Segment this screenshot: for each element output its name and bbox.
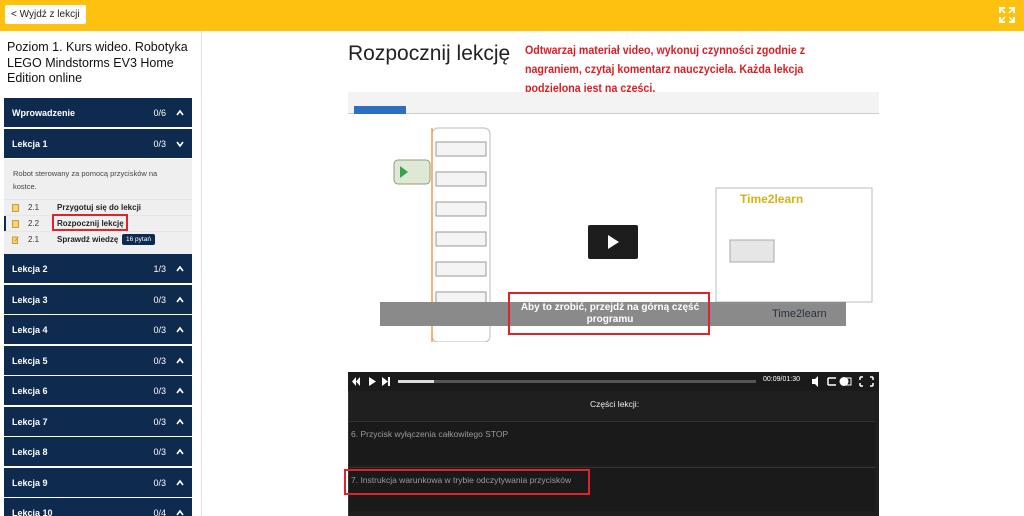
chevron-up-icon (176, 357, 184, 363)
question-count-badge: 16 pytań (122, 234, 155, 245)
chevron-down-icon (176, 141, 184, 147)
section-count: 0/6 (153, 107, 166, 118)
section-label: Wprowadzenie (12, 107, 76, 118)
course-sidebar: Poziom 1. Kurs wideo. Robotyka LEGO Mind… (0, 31, 202, 516)
document-icon (12, 203, 19, 212)
video-player[interactable]: Time2learn Aby to zrobić, przejdź na gór… (348, 92, 879, 391)
play-button[interactable] (588, 225, 638, 259)
document-icon (12, 219, 19, 228)
section-count: 1/3 (153, 263, 166, 274)
section-label: Lekcja 4 (12, 324, 48, 335)
top-bar: < Wyjdź z lekcji (0, 0, 1024, 31)
section-count: 0/4 (153, 507, 166, 516)
section-label: Lekcja 10 (12, 507, 53, 516)
play-icon (608, 235, 619, 249)
section-lekcja-8[interactable]: Lekcja 8 0/3 (4, 437, 192, 466)
section-lekcja-7[interactable]: Lekcja 7 0/3 (4, 407, 192, 436)
course-title: Poziom 1. Kurs wideo. Robotyka LEGO Mind… (7, 40, 188, 85)
section-lekcja-2[interactable]: Lekcja 2 1/3 (4, 254, 192, 283)
section-wprowadzenie[interactable]: Wprowadzenie 0/6 (4, 98, 192, 127)
section-count: 0/3 (153, 355, 166, 366)
instructions-text: Odtwarzaj materiał video, wykonuj czynno… (525, 43, 806, 95)
edit-icon (12, 236, 19, 244)
lesson-parts-panel: Części lekcji: 6. Przycisk wyłączenia ca… (348, 391, 879, 516)
section-count: 0/3 (153, 294, 166, 305)
section-count: 0/3 (153, 446, 166, 457)
highlight-frame (508, 292, 710, 335)
lesson-item-num: 2.2 (28, 219, 40, 228)
time2learn-logo: Time2learn (772, 308, 827, 320)
section-label: Lekcja 1 (12, 138, 48, 149)
section-lekcja-10[interactable]: Lekcja 10 0/4 (4, 498, 192, 516)
section-label: Lekcja 3 (12, 294, 48, 305)
parts-title: Części lekcji: (589, 399, 640, 409)
lesson-item-label: Sprawdź wiedzę (57, 235, 119, 244)
chevron-up-icon (176, 479, 184, 485)
chevron-up-icon (176, 387, 184, 393)
chevron-up-icon (176, 109, 184, 115)
section-count: 0/3 (153, 138, 166, 149)
video-frame-toolbar (348, 92, 879, 114)
lesson-description: Robot sterowany za pomocą przycisków na … (13, 169, 158, 191)
section-lekcja-4[interactable]: Lekcja 4 0/3 (4, 315, 192, 344)
section-lekcja-3[interactable]: Lekcja 3 0/3 (4, 285, 192, 314)
section-label: Lekcja 8 (12, 446, 48, 457)
section-lekcja-6[interactable]: Lekcja 6 0/3 (4, 376, 192, 405)
lesson-item-prepare[interactable]: 2.1 Przygotuj się do lekcji (4, 199, 192, 215)
section-label: Lekcja 9 (12, 477, 48, 488)
exit-lesson-button[interactable]: < Wyjdź z lekcji (5, 5, 86, 24)
lesson-1-content: Robot sterowany za pomocą przycisków na … (4, 159, 192, 254)
highlight-frame (52, 214, 128, 231)
video-controls: 00:09/01:30 (348, 372, 879, 391)
section-count: 0/3 (153, 477, 166, 488)
lesson-item-label: Przygotuj się do lekcji (57, 203, 142, 212)
section-lekcja-1[interactable]: Lekcja 1 0/3 (4, 129, 192, 158)
time2learn-logo: Time2learn (740, 192, 804, 206)
section-label: Lekcja 5 (12, 355, 48, 366)
video-frame-tab (354, 106, 406, 114)
lesson-item-num: 2.1 (28, 203, 40, 212)
chevron-up-icon (176, 296, 184, 302)
part-item[interactable]: 6. Przycisk wyłączenia całkowitego STOP (349, 421, 875, 465)
expand-icon[interactable] (998, 6, 1016, 24)
lesson-item-num: 2.1 (28, 235, 40, 244)
section-lekcja-9[interactable]: Lekcja 9 0/3 (4, 468, 192, 497)
part-label: 6. Przycisk wyłączenia całkowitego STOP (351, 429, 509, 439)
chevron-up-icon (176, 326, 184, 332)
chevron-up-icon (176, 418, 184, 424)
chevron-up-icon (176, 265, 184, 271)
section-label: Lekcja 7 (12, 416, 48, 427)
section-label: Lekcja 2 (12, 263, 48, 274)
section-count: 0/3 (153, 324, 166, 335)
lesson-item-quiz[interactable]: 2.1 Sprawdź wiedzę 16 pytań (4, 231, 192, 247)
section-count: 0/3 (153, 416, 166, 427)
chevron-up-icon (176, 448, 184, 454)
highlight-frame (344, 469, 590, 495)
section-label: Lekcja 6 (12, 385, 48, 396)
exit-lesson-label: < Wyjdź z lekcji (11, 9, 80, 20)
page-title: Rozpocznij lekcję (348, 42, 511, 65)
section-count: 0/3 (153, 385, 166, 396)
video-time: 00:09/01:30 (763, 376, 800, 383)
chevron-up-icon (176, 509, 184, 515)
section-lekcja-5[interactable]: Lekcja 5 0/3 (4, 346, 192, 375)
